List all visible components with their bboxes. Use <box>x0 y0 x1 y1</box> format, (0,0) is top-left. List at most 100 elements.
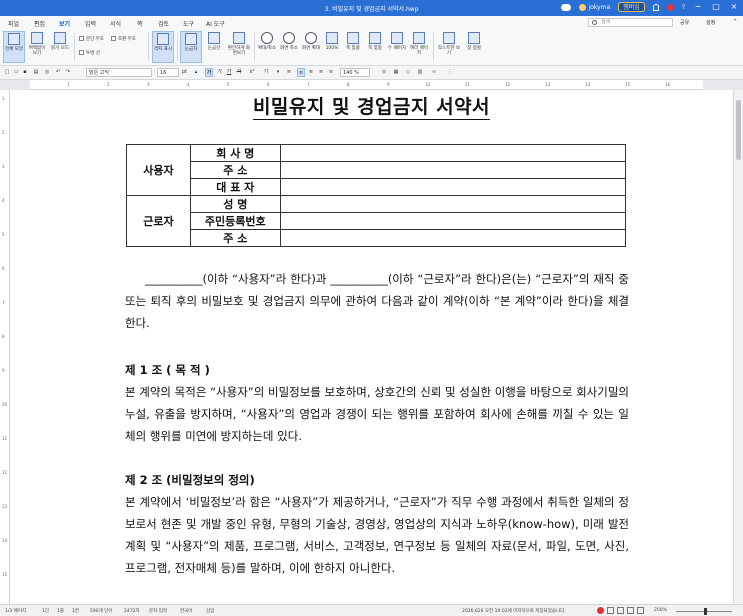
chart-icon[interactable]: ▥ <box>416 68 424 77</box>
distribute-button[interactable]: ≡ <box>327 68 335 77</box>
strikethrough-button[interactable]: 가 <box>235 68 243 77</box>
grid-view-button[interactable]: 격자 표시 <box>152 31 174 63</box>
vertical-scrollbar[interactable] <box>733 90 743 604</box>
image-icon[interactable]: ▣ <box>380 68 388 77</box>
scrollbar-thumb[interactable] <box>736 100 741 160</box>
article-2[interactable]: 제 2 조 (비밀정보의 정의) 본 계약에서 ‘비밀정보’라 함은 “사용자”… <box>125 469 629 579</box>
document-page[interactable]: 비밀유지 및 경업금지 서약서 사용자 회 사 명 주 소 대 표 자 근로자 … <box>10 90 733 604</box>
bold-button[interactable]: 가 <box>205 68 213 77</box>
status-page[interactable]: 1/3 페이지 <box>5 608 26 614</box>
bell-icon[interactable] <box>652 3 659 11</box>
transparent-lines-checkbox[interactable]: 투명 선 <box>79 50 100 56</box>
table-cell-input[interactable] <box>279 229 627 247</box>
close-button[interactable]: × <box>729 2 739 12</box>
grid-view-icon[interactable] <box>627 607 634 614</box>
justify-button[interactable]: ≡ <box>317 68 325 77</box>
intro-paragraph[interactable]: __________(이하 “사용자”라 한다)과 __________(이하 … <box>125 268 629 334</box>
layout-view-icon[interactable] <box>617 607 624 614</box>
zoom-slider[interactable] <box>676 608 732 615</box>
underline-button[interactable]: 가 <box>225 68 233 77</box>
ruler-tick: 10 <box>425 82 431 87</box>
new-doc-icon[interactable]: □ <box>3 68 11 77</box>
document-canvas[interactable]: 비밀유지 및 경업금지 서약서 사용자 회 사 명 주 소 대 표 자 근로자 … <box>10 90 733 604</box>
table-cell-input[interactable] <box>279 212 627 230</box>
zoom-button[interactable]: 확대/축소 <box>256 31 278 63</box>
menu-format[interactable]: 서식 <box>110 19 121 28</box>
print-icon[interactable]: ▤ <box>32 68 40 77</box>
table-icon[interactable]: ▦ <box>392 68 400 77</box>
zoom-select[interactable]: 140 % <box>340 68 370 77</box>
status-zoom[interactable]: 200% <box>654 608 667 613</box>
two-pages-button[interactable]: 두 페이지 <box>386 31 408 63</box>
zoom-out-button[interactable]: 화면 축소 <box>278 31 300 63</box>
menu-file[interactable]: 파일 <box>8 19 19 28</box>
zoom-100-button[interactable]: 100% <box>321 31 343 63</box>
fit-width-button[interactable]: 폭 맞춤 <box>342 31 364 63</box>
align-right-button[interactable]: ≡ <box>307 68 315 77</box>
settings-button[interactable]: 설정 <box>706 19 715 26</box>
gridlines-button[interactable]: 눈금선 <box>203 31 225 63</box>
outline-view-icon[interactable] <box>637 607 644 614</box>
maximize-button[interactable]: □ <box>711 2 721 12</box>
shape-icon[interactable]: ◇ <box>404 68 412 77</box>
open-folder-icon[interactable]: ▭ <box>12 68 20 77</box>
article-1[interactable]: 제 1 조 ( 목 적 ) 본 계약의 목적은 “사용자”의 비밀정보를 보호하… <box>125 359 629 447</box>
vertical-ruler[interactable]: 1 2 3 4 5 6 7 8 9 10 11 12 13 14 15 <box>0 90 10 604</box>
arrange-windows-button[interactable]: 창 정렬 <box>463 31 485 63</box>
menu-page[interactable]: 쪽 <box>137 19 143 28</box>
zoom-slider-knob[interactable] <box>704 608 707 615</box>
italic-button[interactable]: 가 <box>215 68 223 77</box>
more-icon[interactable]: ⋮ <box>446 68 454 77</box>
help-icon[interactable]: ? <box>682 4 685 11</box>
table-cell-input[interactable] <box>279 144 627 162</box>
party-table[interactable]: 사용자 회 사 명 주 소 대 표 자 근로자 성 명 주민등록번호 주 소 <box>126 144 627 247</box>
ruler-tick: 13 <box>545 82 551 87</box>
increase-font-icon[interactable]: ▴ <box>192 68 200 77</box>
menu-review[interactable]: 검토 <box>158 19 169 28</box>
menu-insert[interactable]: 입력 <box>85 19 96 28</box>
membership-badge[interactable]: 멤버십 <box>618 2 645 12</box>
field-label: 주 소 <box>189 161 281 179</box>
status-insert-mode[interactable]: 삽입 <box>206 608 214 614</box>
zoom-in-button[interactable]: 화면 확대 <box>300 31 322 63</box>
notification-icon[interactable] <box>666 3 674 11</box>
full-view-button[interactable]: 전체 모양 <box>3 31 25 63</box>
comfort-view-button[interactable]: 편안하게 화면보기 <box>226 31 252 63</box>
menu-view[interactable]: 보기 <box>56 19 73 31</box>
horizontal-ruler[interactable]: 1 2 3 4 5 6 7 8 9 10 11 12 13 14 15 16 <box>0 80 743 90</box>
globe-icon[interactable]: ◎ <box>43 68 51 77</box>
multi-pages-button[interactable]: 여러 페이지 <box>408 31 430 63</box>
paragraph-marks-checkbox[interactable]: 문단 부호 <box>79 36 104 42</box>
align-left-button[interactable]: ≡ <box>285 68 293 77</box>
table-cell-input[interactable] <box>279 195 627 213</box>
menu-ai-tools[interactable]: AI 도구 <box>206 19 225 28</box>
redo-icon[interactable]: ↷ <box>64 68 72 77</box>
table-cell-input[interactable] <box>279 178 627 196</box>
menu-tools[interactable]: 도구 <box>183 19 194 28</box>
cloud-icon[interactable] <box>560 3 571 11</box>
reading-mode-button[interactable]: 읽기 모드 <box>49 31 71 63</box>
alert-icon[interactable] <box>597 607 604 614</box>
undo-icon[interactable]: ↶ <box>54 68 62 77</box>
fit-page-button[interactable]: 쪽 맞춤 <box>364 31 386 63</box>
table-cell-input[interactable] <box>279 161 627 179</box>
align-center-button[interactable]: ≡ <box>297 68 305 77</box>
menu-edit[interactable]: 편집 <box>34 19 45 28</box>
chevron-up-icon[interactable]: ^ <box>733 19 737 25</box>
save-icon[interactable]: ▪ <box>21 68 29 77</box>
font-color-button[interactable]: 가 <box>262 68 270 77</box>
minimize-button[interactable]: − <box>693 2 703 12</box>
font-select[interactable]: 맑은 고딕 <box>86 68 152 77</box>
superscript-button[interactable]: x² <box>248 68 256 77</box>
user-account[interactable]: jokyma <box>578 3 610 11</box>
link-icon[interactable]: ∞ <box>430 68 438 77</box>
ruler-button[interactable]: 눈금자 <box>180 31 202 63</box>
search-input[interactable]: 검색 <box>588 18 673 27</box>
font-size-select[interactable]: 16 <box>157 68 179 77</box>
share-button[interactable]: 공유 <box>680 19 689 26</box>
highlight-button[interactable]: ▾ <box>274 68 282 77</box>
no-margin-view-button[interactable]: 여백없이 보기 <box>26 31 48 63</box>
compact-view-button[interactable]: 작스트한 보기 <box>437 31 461 63</box>
layout-marks-checkbox[interactable]: 조판 부호 <box>111 36 136 42</box>
page-view-icon[interactable] <box>607 607 614 614</box>
